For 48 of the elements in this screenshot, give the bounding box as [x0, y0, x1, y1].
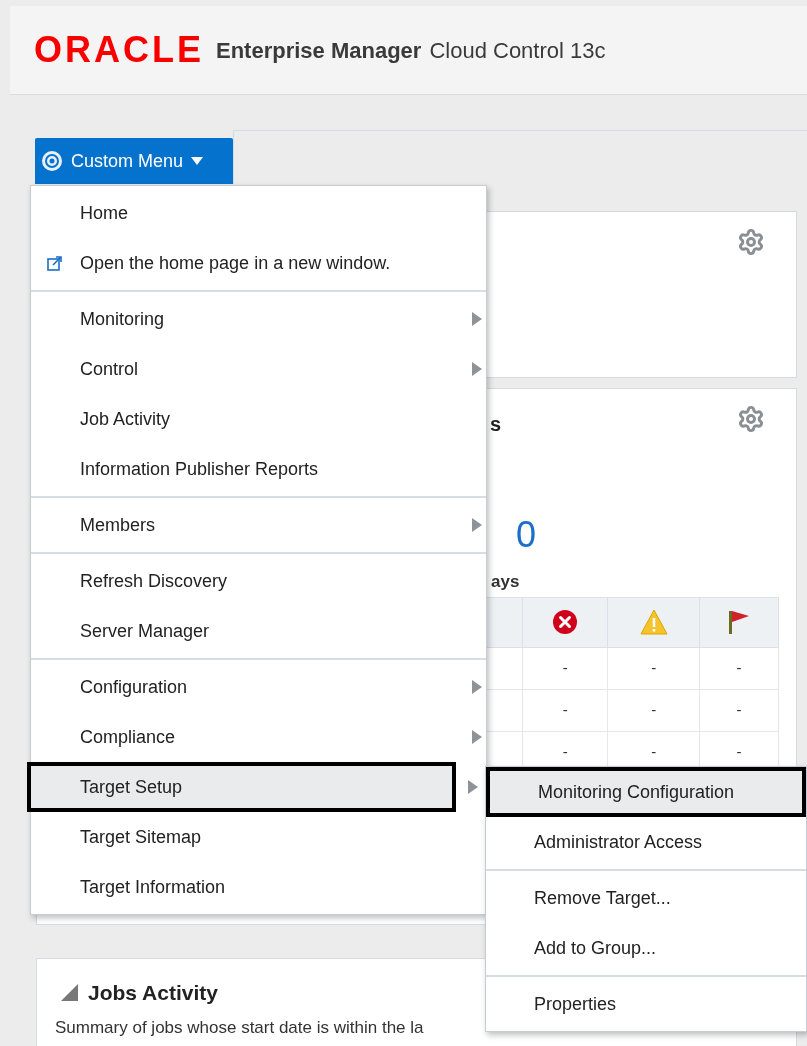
flag-icon	[727, 609, 751, 635]
collapse-triangle-icon[interactable]	[61, 984, 78, 1002]
panel-title: Jobs Activity	[88, 980, 218, 1006]
settings-icon[interactable]	[737, 405, 765, 433]
warning-icon	[639, 609, 668, 635]
menu-item[interactable]: Add to Group...	[486, 923, 806, 973]
menu-item[interactable]: Properties	[486, 979, 806, 1029]
menu-item[interactable]: Monitoring Configuration	[486, 767, 806, 817]
submenu-arrow-icon	[472, 362, 482, 376]
panel-title: s	[489, 412, 502, 437]
table-cell: -	[607, 689, 700, 731]
settings-icon[interactable]	[737, 228, 765, 256]
table-cell: -	[699, 647, 779, 689]
table-cell: -	[699, 689, 779, 731]
product-subtitle: Cloud Control 13c	[429, 36, 606, 65]
submenu-arrow-icon	[472, 312, 482, 326]
new-window-icon	[47, 255, 63, 271]
submenu-arrow-icon	[472, 518, 482, 532]
menu-item[interactable]: Administrator Access	[486, 817, 806, 867]
menu-item[interactable]: Information Publisher Reports	[31, 444, 486, 494]
dropdown-caret-icon	[191, 157, 204, 165]
menu-item[interactable]: Control	[31, 344, 486, 394]
logo: ORACLE	[34, 32, 204, 68]
menu-item[interactable]: Members	[31, 500, 486, 550]
custom-menu-button[interactable]: Custom Menu	[35, 138, 233, 184]
target-icon	[41, 150, 63, 172]
error-icon	[552, 609, 579, 635]
panel-description: Summary of jobs whose start date is within the la	[55, 1016, 425, 1039]
menu-item[interactable]: Job Activity	[31, 394, 486, 444]
table-cell: -	[522, 689, 608, 731]
table-cell: -	[522, 647, 608, 689]
menu-item[interactable]: Configuration	[31, 662, 486, 712]
menu-item[interactable]: Remove Target...	[486, 873, 806, 923]
menu-item[interactable]: Open the home page in a new window.	[31, 238, 486, 288]
product-name: Enterprise Manager	[216, 36, 422, 65]
menu-item[interactable]: Monitoring	[31, 294, 486, 344]
menu-item[interactable]: Home	[31, 188, 486, 238]
submenu-arrow-icon	[468, 780, 478, 794]
incident-count: 0	[516, 517, 538, 553]
table-cell: -	[607, 647, 700, 689]
submenu-arrow-icon	[472, 680, 482, 694]
menu-item[interactable]: Target Sitemap	[31, 812, 486, 862]
menu-item[interactable]: Server Manager	[31, 606, 486, 656]
submenu-arrow-icon	[472, 730, 482, 744]
menu-item[interactable]: Target Information	[31, 862, 486, 912]
menu-item[interactable]: Refresh Discovery	[31, 556, 486, 606]
menu-item[interactable]: Compliance	[31, 712, 486, 762]
period-label: ays	[491, 571, 521, 593]
